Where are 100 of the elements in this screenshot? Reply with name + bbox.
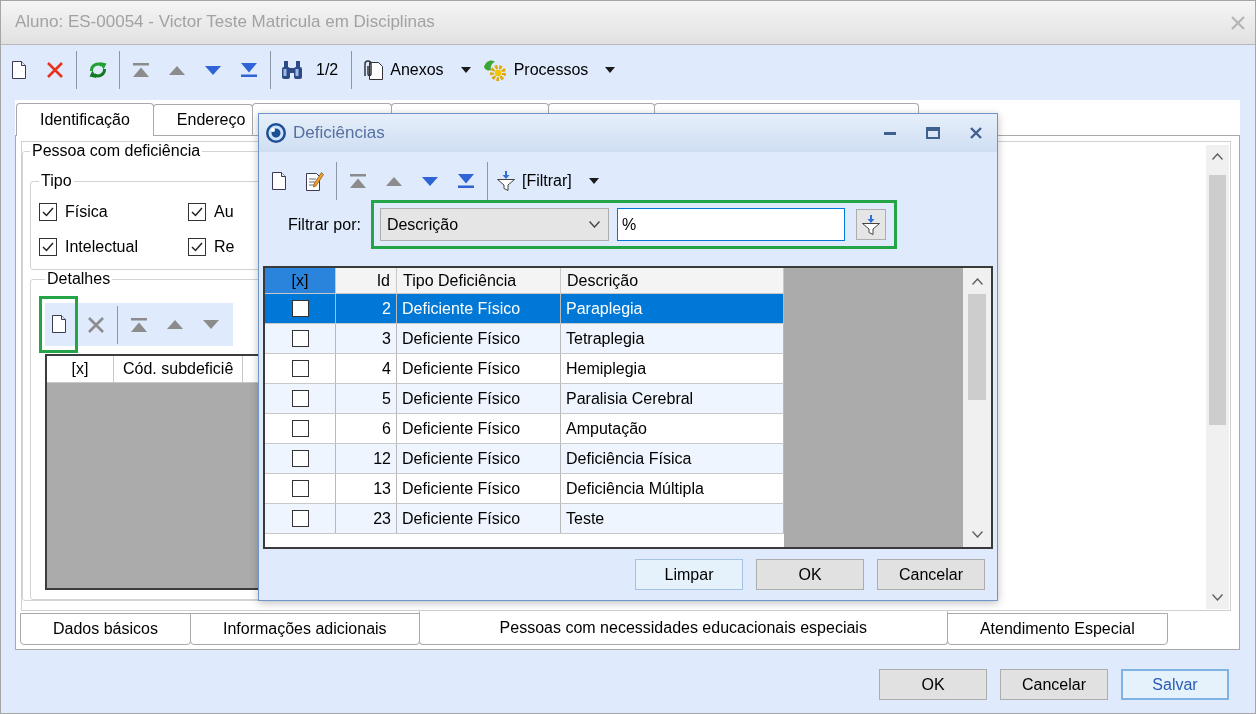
- column-header[interactable]: Descrição: [561, 268, 784, 293]
- table-cell: 2: [382, 298, 391, 319]
- checkbox-label: Re: [214, 237, 235, 257]
- filter-input[interactable]: %: [616, 208, 845, 241]
- attachments-button[interactable]: Anexos: [355, 52, 477, 88]
- checkbox[interactable]: [39, 238, 57, 256]
- vertical-scrollbar[interactable]: [1206, 145, 1229, 609]
- table-row[interactable]: 3 Deficiente Físico Tetraplegia: [265, 324, 784, 354]
- table-row[interactable]: 5 Deficiente Físico Paralisia Cerebral: [265, 384, 784, 414]
- filter-button[interactable]: [Filtrar]: [491, 163, 605, 199]
- triangle-up-icon: [167, 320, 183, 329]
- checkbox[interactable]: [291, 480, 309, 497]
- table-row[interactable]: 23 Deficiente Físico Teste: [265, 504, 784, 534]
- checkbox[interactable]: [188, 203, 206, 221]
- tab[interactable]: Atendimento Especial: [946, 613, 1168, 645]
- paperclip-document-icon: [361, 60, 384, 80]
- ring-icon: [266, 123, 286, 143]
- column-header[interactable]: [x]: [265, 268, 336, 293]
- table-row[interactable]: 6 Deficiente Físico Amputação: [265, 414, 784, 444]
- tab[interactable]: [654, 103, 920, 113]
- vertical-scrollbar[interactable]: [963, 268, 991, 547]
- caret-icon: [460, 67, 471, 73]
- refresh-icon: [89, 61, 107, 79]
- group-label: Pessoa com deficiência: [31, 142, 202, 160]
- tab[interactable]: Pessoas com necessidades educacionais especiais: [418, 611, 948, 645]
- column-header: Cód. subdeficiê: [114, 356, 244, 382]
- table-cell: Paralisia Cerebral: [566, 388, 694, 409]
- table-cell: Paraplegia: [566, 298, 643, 319]
- column-header[interactable]: Id: [336, 268, 397, 293]
- cancel-button[interactable]: Cancelar: [1000, 669, 1108, 700]
- checkbox[interactable]: [291, 450, 309, 467]
- table-cell: Deficiente Físico: [402, 298, 521, 319]
- tab[interactable]: Identificação: [16, 103, 154, 136]
- table-cell: Deficiente Físico: [402, 388, 521, 409]
- field-dropdown[interactable]: Descrição: [379, 208, 609, 241]
- table-cell: Amputação: [566, 418, 647, 439]
- table-cell: 6: [382, 418, 391, 439]
- funnel-icon: [861, 214, 880, 235]
- funnel-icon: [497, 171, 515, 191]
- ok-button[interactable]: OK: [879, 669, 987, 700]
- save-button[interactable]: Salvar: [1121, 669, 1229, 700]
- clear-button[interactable]: Limpar: [635, 559, 743, 590]
- column-header[interactable]: Tipo Deficiência: [397, 268, 561, 293]
- triangle-down-icon: [422, 176, 438, 186]
- column-header: [x]: [47, 356, 114, 382]
- table-cell: 3: [382, 328, 391, 349]
- document-icon: [272, 172, 286, 190]
- document-icon: [51, 315, 66, 333]
- table-cell: Teste: [566, 508, 605, 529]
- chevron-down-icon: [1212, 594, 1223, 601]
- checkbox[interactable]: [188, 238, 206, 256]
- maximize-icon: [926, 127, 940, 139]
- apply-filter-button[interactable]: [855, 209, 886, 240]
- table-cell: Deficiente Físico: [402, 358, 521, 379]
- table-cell: Deficiente Físico: [402, 478, 521, 499]
- tab[interactable]: Dados básicos: [20, 613, 191, 645]
- table-cell: Deficiência Múltipla: [566, 478, 704, 499]
- checkbox-label: Au: [214, 202, 234, 222]
- triangle-down-icon: [203, 320, 219, 329]
- triangle-up-icon: [386, 176, 402, 186]
- triangle-down-bar-icon: [458, 174, 474, 188]
- table-cell: Hemiplegia: [566, 358, 647, 379]
- table-cell: Deficiência Física: [566, 448, 692, 469]
- checkbox[interactable]: [39, 203, 57, 221]
- ok-button[interactable]: OK: [756, 559, 864, 590]
- table-cell: 13: [373, 478, 391, 499]
- caret-icon: [588, 178, 599, 184]
- scroll-thumb[interactable]: [1209, 175, 1226, 425]
- table-row[interactable]: 13 Deficiente Físico Deficiência Múltipla: [265, 474, 784, 504]
- tab[interactable]: Informações adicionais: [189, 613, 420, 645]
- table-cell: Deficiente Físico: [402, 508, 521, 529]
- document-icon: [12, 61, 26, 79]
- table-row[interactable]: 2 Deficiente Físico Paraplegia: [265, 294, 784, 324]
- checkbox-label: Intelectual: [65, 237, 138, 257]
- scroll-thumb[interactable]: [968, 294, 986, 400]
- table-cell: Deficiente Físico: [402, 328, 521, 349]
- document-pencil-icon: [306, 171, 324, 191]
- checkbox[interactable]: [291, 300, 309, 317]
- tab[interactable]: Endereço: [152, 104, 254, 135]
- checkbox[interactable]: [291, 360, 309, 377]
- cross-icon: [88, 316, 104, 333]
- chevron-up-icon: [971, 277, 983, 285]
- table-cell: 4: [382, 358, 391, 379]
- checkbox[interactable]: [291, 330, 309, 347]
- table-cell: 5: [382, 388, 391, 409]
- table-row[interactable]: 4 Deficiente Físico Hemiplegia: [265, 354, 784, 384]
- table-cell: Deficiente Físico: [402, 418, 521, 439]
- checkbox[interactable]: [291, 390, 309, 407]
- chevron-down-icon: [971, 530, 983, 538]
- minimize-icon: [884, 131, 896, 135]
- checkbox[interactable]: [291, 420, 309, 437]
- triangle-down-bar-icon: [241, 63, 257, 77]
- table-cell: Tetraplegia: [566, 328, 645, 349]
- triangle-down-icon: [205, 65, 221, 75]
- triangle-up-icon: [169, 65, 185, 75]
- processes-button[interactable]: Processos: [476, 52, 622, 88]
- checkbox[interactable]: [291, 510, 309, 527]
- table-row[interactable]: 12 Deficiente Físico Deficiência Física: [265, 444, 784, 474]
- caret-icon: [605, 67, 616, 73]
- cancel-button[interactable]: Cancelar: [877, 559, 985, 590]
